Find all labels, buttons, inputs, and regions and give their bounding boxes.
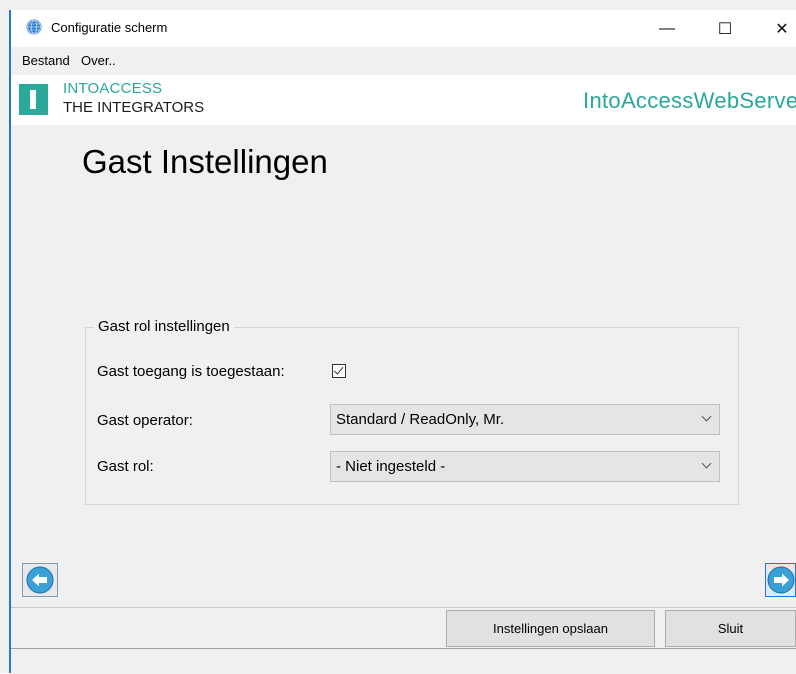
intoaccess-logo-icon xyxy=(19,84,48,115)
chevron-down-icon xyxy=(701,458,712,469)
window-title: Configuratie scherm xyxy=(51,20,168,35)
forward-button[interactable] xyxy=(765,563,796,597)
check-icon xyxy=(333,364,344,375)
guest-access-checkbox[interactable] xyxy=(332,364,346,378)
title-bar[interactable]: Configuratie scherm — ☐ ✕ xyxy=(11,10,796,47)
group-legend: Gast rol instellingen xyxy=(94,318,234,335)
arrow-left-icon xyxy=(26,566,54,594)
guest-operator-value: Standard / ReadOnly, Mr. xyxy=(336,411,505,428)
guest-operator-select[interactable]: Standard / ReadOnly, Mr. xyxy=(330,404,720,435)
close-icon: ✕ xyxy=(775,20,789,38)
app-window: Configuratie scherm — ☐ ✕ Bestand Over..… xyxy=(0,0,796,674)
arrow-right-icon xyxy=(767,566,794,594)
minimize-icon: — xyxy=(659,19,675,37)
main-content: Gast Instellingen Gast rol instellingen … xyxy=(11,125,796,607)
close-window-button[interactable]: ✕ xyxy=(759,10,796,47)
menu-bar: Bestand Over.. xyxy=(11,47,796,75)
minimize-button[interactable]: — xyxy=(644,10,690,47)
logo-text-line2: THE INTEGRATORS xyxy=(63,99,205,116)
maximize-button[interactable]: ☐ xyxy=(702,10,748,47)
guest-access-label: Gast toegang is toegestaan: xyxy=(97,363,285,380)
logo-text-line1: INTOACCESS xyxy=(63,80,163,97)
guest-role-group: Gast rol instellingen Gast toegang is to… xyxy=(85,318,739,505)
page-title: Gast Instellingen xyxy=(82,143,328,180)
chevron-down-icon xyxy=(701,411,712,422)
footer-divider xyxy=(11,648,796,649)
menu-item-bestand[interactable]: Bestand xyxy=(22,53,70,68)
save-settings-button[interactable]: Instellingen opslaan xyxy=(446,610,655,647)
guest-operator-label: Gast operator: xyxy=(97,412,193,429)
menu-item-over[interactable]: Over.. xyxy=(81,53,116,68)
maximize-icon: ☐ xyxy=(717,20,733,38)
header-banner: INTOACCESS THE INTEGRATORS IntoAccessWeb… xyxy=(11,75,796,125)
server-name: IntoAccessWebServer xyxy=(583,88,796,113)
guest-role-select[interactable]: - Niet ingesteld - xyxy=(330,451,720,482)
guest-role-label: Gast rol: xyxy=(97,458,154,475)
close-button[interactable]: Sluit xyxy=(665,610,796,647)
footer-bar: Instellingen opslaan Sluit xyxy=(11,607,796,674)
globe-icon xyxy=(26,19,42,35)
guest-role-value: - Niet ingesteld - xyxy=(336,458,446,475)
back-button[interactable] xyxy=(22,563,58,597)
